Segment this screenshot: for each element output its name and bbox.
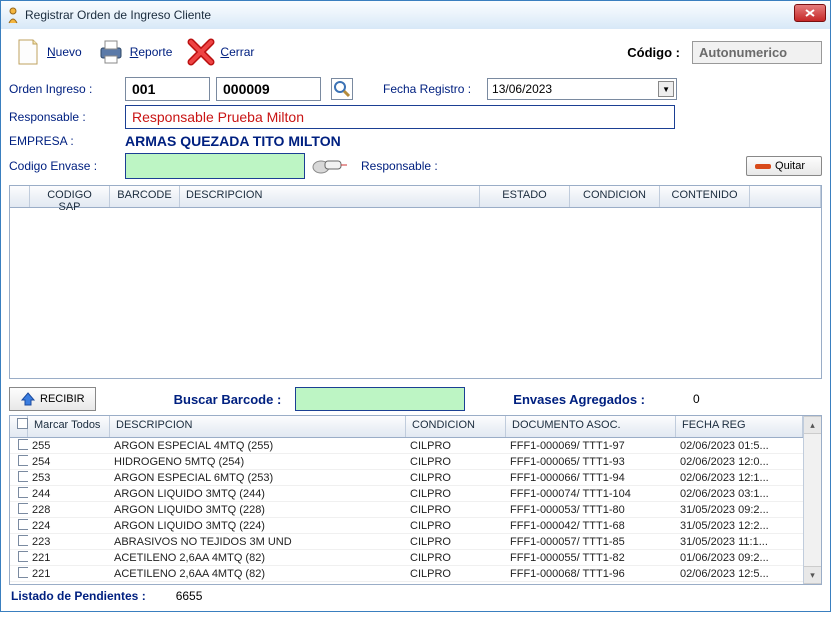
responsable2-label: Responsable : bbox=[361, 159, 438, 173]
quitar-button[interactable]: Quitar bbox=[746, 156, 822, 176]
grid1-header: CODIGO SAP BARCODE DESCRIPCION ESTADO CO… bbox=[10, 186, 821, 208]
pendientes-grid[interactable]: Marcar Todos DESCRIPCION CONDICION DOCUM… bbox=[9, 415, 822, 585]
row-checkbox[interactable] bbox=[18, 455, 28, 466]
agregados-value: 0 bbox=[693, 392, 700, 406]
new-file-icon bbox=[13, 37, 43, 67]
orden-num-input[interactable]: 000009 bbox=[216, 77, 321, 101]
row-checkbox[interactable] bbox=[18, 535, 28, 546]
title-bar: Registrar Orden de Ingreso Cliente bbox=[1, 1, 830, 29]
orden-label: Orden Ingreso : bbox=[9, 82, 119, 96]
table-row[interactable]: 223ABRASIVOS NO TEJIDOS 3M UNDCILPROFFF1… bbox=[10, 534, 803, 550]
responsable-label: Responsable : bbox=[9, 110, 119, 124]
agregados-label: Envases Agregados : bbox=[513, 392, 645, 407]
header-checkbox[interactable] bbox=[17, 418, 28, 429]
table-row[interactable]: 221ACETILENO 2,6AA 4MTQ (82)CILPROFFF1-0… bbox=[10, 566, 803, 582]
row-checkbox[interactable] bbox=[18, 503, 28, 514]
cerrar-button[interactable]: Cerrar bbox=[182, 35, 258, 69]
orden-search-button[interactable] bbox=[331, 78, 353, 100]
reporte-label: Reporte bbox=[130, 45, 173, 59]
buscar-barcode-input[interactable] bbox=[295, 387, 465, 411]
row-checkbox[interactable] bbox=[18, 487, 28, 498]
pendientes-count: 6655 bbox=[176, 589, 203, 603]
arrow-up-icon bbox=[20, 392, 36, 406]
added-items-grid[interactable]: CODIGO SAP BARCODE DESCRIPCION ESTADO CO… bbox=[9, 185, 822, 379]
table-row[interactable]: 244ARGON LIQUIDO 3MTQ (244)CILPROFFF1-00… bbox=[10, 486, 803, 502]
app-icon bbox=[5, 6, 21, 24]
pendientes-label: Listado de Pendientes : bbox=[11, 589, 146, 603]
buscar-barcode-label: Buscar Barcode : bbox=[174, 392, 282, 407]
nuevo-label: Nuevo bbox=[47, 45, 82, 59]
cerrar-label: Cerrar bbox=[220, 45, 254, 59]
row-checkbox[interactable] bbox=[18, 439, 28, 450]
nuevo-button[interactable]: Nuevo bbox=[9, 35, 86, 69]
table-row[interactable]: 254HIDROGENO 5MTQ (254)CILPROFFF1-000065… bbox=[10, 454, 803, 470]
printer-icon bbox=[96, 37, 126, 67]
table-row[interactable]: 253ARGON ESPECIAL 6MTQ (253)CILPROFFF1-0… bbox=[10, 470, 803, 486]
empresa-label: EMPRESA : bbox=[9, 134, 119, 148]
table-row[interactable]: 221ACETILENO 2,6AA 4MTQ (82)CILPROFFF1-0… bbox=[10, 550, 803, 566]
minus-icon bbox=[755, 164, 771, 169]
reporte-button[interactable]: Reporte bbox=[92, 35, 177, 69]
row-checkbox[interactable] bbox=[18, 567, 28, 578]
row-checkbox[interactable] bbox=[18, 551, 28, 562]
window-title: Registrar Orden de Ingreso Cliente bbox=[25, 8, 211, 22]
table-row[interactable]: 224ARGON LIQUIDO 3MTQ (224)CILPROFFF1-00… bbox=[10, 518, 803, 534]
table-row[interactable]: 228ARGON LIQUIDO 3MTQ (228)CILPROFFF1-00… bbox=[10, 502, 803, 518]
envase-label: Codigo Envase : bbox=[9, 159, 119, 173]
date-dropdown-button[interactable]: ▼ bbox=[658, 81, 674, 97]
recibir-button[interactable]: RECIBIR bbox=[9, 387, 96, 411]
scrollbar[interactable]: ▴ ▾ bbox=[803, 416, 821, 584]
fecha-input[interactable]: 13/06/2023 ▼ bbox=[487, 78, 677, 100]
codigo-label: Código : bbox=[627, 45, 680, 60]
table-row[interactable]: 255ARGON ESPECIAL 4MTQ (255)CILPROFFF1-0… bbox=[10, 438, 803, 454]
close-button[interactable] bbox=[794, 4, 826, 22]
row-checkbox[interactable] bbox=[18, 471, 28, 482]
responsable-input[interactable]: Responsable Prueba Milton bbox=[125, 105, 675, 129]
row-checkbox[interactable] bbox=[18, 519, 28, 530]
codigo-envase-input[interactable] bbox=[125, 153, 305, 179]
scroll-up-button[interactable]: ▴ bbox=[804, 416, 821, 434]
empresa-value: ARMAS QUEZADA TITO MILTON bbox=[125, 133, 341, 149]
fecha-label: Fecha Registro : bbox=[383, 82, 471, 96]
grid2-header: Marcar Todos DESCRIPCION CONDICION DOCUM… bbox=[10, 416, 803, 438]
orden-prefix-input[interactable]: 001 bbox=[125, 77, 210, 101]
scroll-down-button[interactable]: ▾ bbox=[804, 566, 821, 584]
codigo-value: Autonumerico bbox=[692, 41, 822, 64]
magnifier-icon bbox=[333, 80, 351, 98]
barcode-scanner-icon bbox=[311, 155, 347, 177]
close-x-icon bbox=[186, 37, 216, 67]
